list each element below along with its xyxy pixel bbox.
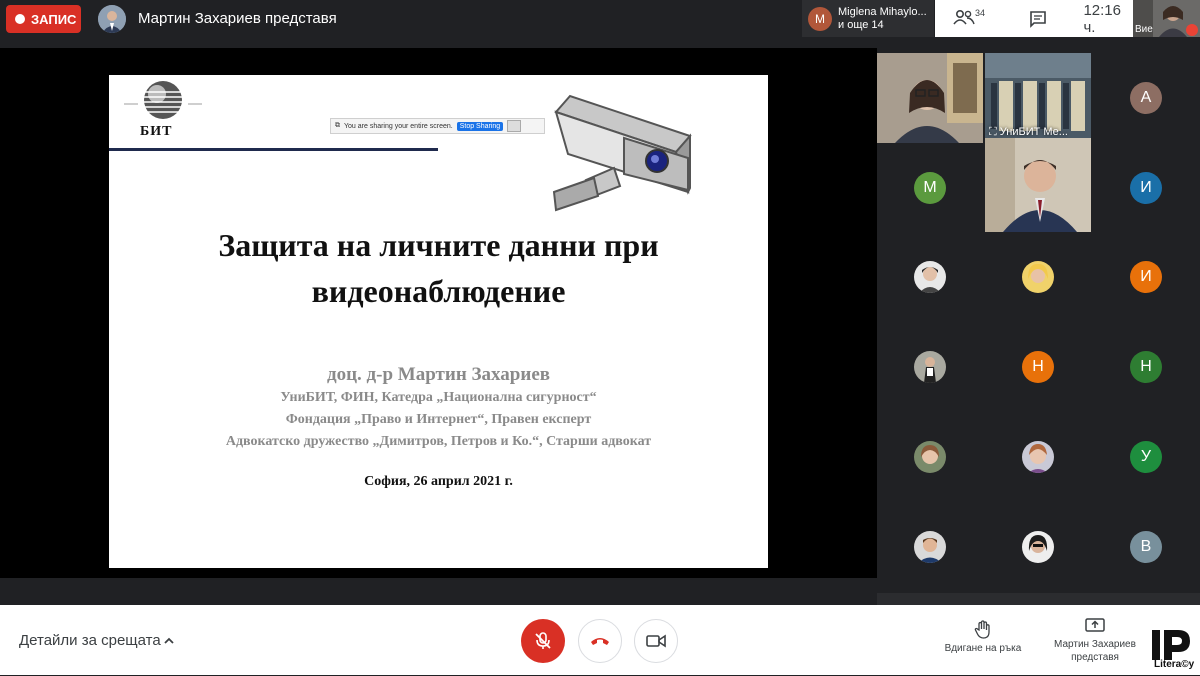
participant-tile-room[interactable]: ⛶ УниБИТ Ме... [985,53,1091,143]
speaker-avatar: M [808,6,832,31]
participant-tile[interactable]: И [1093,233,1199,323]
slide-affiliation-1: УниБИТ, ФИН, Катедра „Национална сигурно… [280,390,597,405]
mic-off-icon [535,632,551,649]
self-label: Вие [1135,24,1153,35]
participant-tile[interactable] [985,233,1091,323]
participant-tile[interactable]: Н [1093,323,1199,413]
record-label: ЗАПИС [31,11,77,27]
present-screen-icon [1085,618,1105,632]
presenter-video-tile[interactable] [985,138,1091,232]
hide-bar-button[interactable] [507,120,522,132]
presenter-title: Мартин Захариев представя [138,10,337,27]
slide-date: София, 26 април 2021 г. [364,474,513,489]
participant-tile[interactable] [877,413,983,503]
chevron-up-icon[interactable] [163,634,175,646]
watermark-text: Litera©y [1154,659,1195,670]
hand-icon [974,620,990,639]
participant-tile[interactable]: Н [985,323,1091,413]
slide-title-line1: Защита на личните данни при [218,227,659,263]
participant-avatar: Н [1130,351,1162,383]
share-screen-icon: ⧉ [335,122,340,129]
participant-photo-avatar [914,351,946,383]
slide-author: доц. д-р Мартин Захариев [326,364,551,385]
raise-hand-button[interactable]: Вдигане на ръка [937,620,1029,654]
record-dot-icon [15,14,25,24]
participant-avatar: Н [1022,351,1054,383]
active-speaker-chip[interactable]: M Miglena Mihaylo... и още 14 [802,0,934,37]
participant-avatar: А [1130,82,1162,114]
participant-tile[interactable]: М [877,143,983,233]
participant-photo-avatar [1022,531,1054,563]
participant-tile[interactable]: И [1093,143,1199,233]
slide-affiliation-2: Фондация „Право и Интернет“, Правен експ… [285,412,592,427]
presenter-avatar [98,5,126,33]
presenting-button[interactable]: Мартин Захариев представя [1043,618,1147,664]
speaker-name: Miglena Mihaylo... [838,5,927,18]
presenting-line2: представя [1071,652,1119,663]
participant-photo-avatar [914,531,946,563]
participant-avatar: В [1130,531,1162,563]
participant-tile[interactable] [877,233,983,323]
slide-divider [109,148,438,151]
participant-tile[interactable] [877,503,983,593]
camera-toggle-button[interactable] [634,619,678,663]
microphone-toggle-button[interactable] [521,619,565,663]
slide-title: Защита на личните данни при видеонаблюде… [109,222,768,314]
stop-sharing-button[interactable]: Stop Sharing [456,121,504,131]
cctv-camera-icon [548,92,698,217]
grid-footer [877,593,1200,605]
raise-hand-label: Вдигане на ръка [944,643,1022,654]
participant-photo-avatar [1022,441,1054,473]
leave-call-button[interactable] [578,619,622,663]
participants-count: 34 [974,7,985,18]
participant-avatar: М [914,172,946,204]
recording-indicator[interactable]: ЗАПИС [6,5,81,33]
screen-sharing-bar: ⧉ You are sharing your entire screen. St… [330,118,545,134]
meeting-details-button[interactable]: Детайли за срещата [19,632,161,649]
participant-photo-avatar [914,441,946,473]
sharing-text: You are sharing your entire screen. [344,122,453,130]
participant-tile[interactable]: А [1093,53,1199,143]
participant-tile[interactable]: У [1093,413,1199,503]
participant-avatar: И [1130,172,1162,204]
presenting-line1: Мартин Захариев [1054,639,1136,650]
watermark-logo: Litera©y [1150,627,1198,671]
video-camera-icon [646,634,666,648]
hang-up-icon [591,638,609,645]
participant-tile-video[interactable] [877,53,983,143]
participant-tile[interactable] [985,503,1091,593]
slide-title-line2: видеонаблюдение [311,273,566,309]
participant-grid: ⛶ УниБИТ Ме... А М И И Н Н У В [877,48,1200,593]
meeting-info-panel: 34 12:16 ч. [935,0,1133,37]
bit-logo-text: БИТ [140,124,173,139]
participant-tile[interactable]: В [1093,503,1199,593]
meeting-clock: 12:16 ч. [1083,1,1121,36]
chat-icon[interactable] [1029,10,1047,28]
mic-off-icon [1186,24,1198,36]
pin-icon: ⛶ [989,126,1000,138]
people-icon[interactable] [953,9,977,29]
participant-tile[interactable] [985,413,1091,503]
slide-affiliation-3: Адвокатско дружество „Димитров, Петров и… [225,434,652,449]
participant-avatar: И [1130,261,1162,293]
speaker-more: и още 14 [838,18,884,31]
participant-photo-avatar [914,261,946,293]
participant-avatar: У [1130,441,1162,473]
speaker-text: Miglena Mihaylo... и още 14 [838,6,927,32]
participant-photo-avatar [1022,261,1054,293]
participant-tile[interactable] [877,323,983,413]
